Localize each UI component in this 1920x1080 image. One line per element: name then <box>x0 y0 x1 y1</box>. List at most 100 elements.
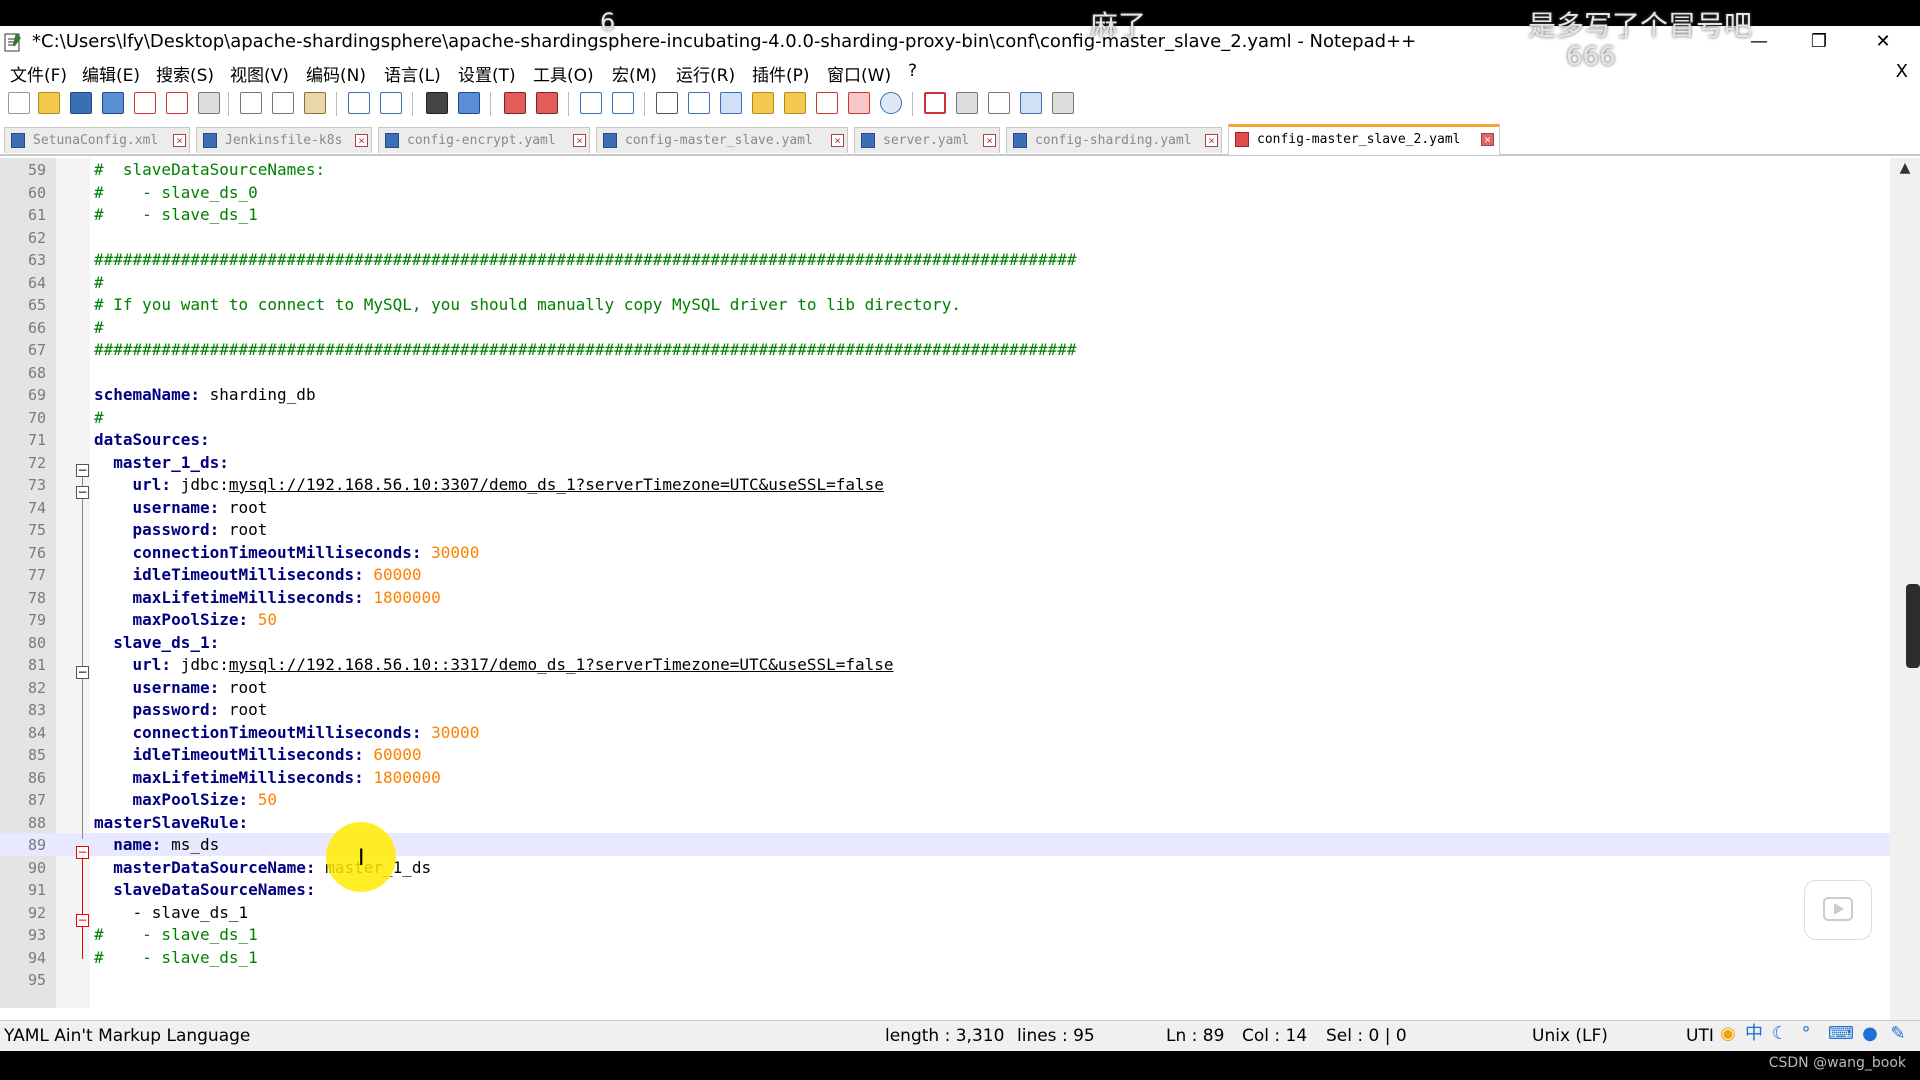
scroll-up-icon[interactable]: ▲ <box>1890 160 1920 176</box>
wrench-icon[interactable]: ✎ <box>1888 1024 1908 1044</box>
tab-close-icon[interactable]: × <box>173 134 186 147</box>
tab-close-icon[interactable]: × <box>573 134 586 147</box>
menu-edit[interactable]: 编辑(E) <box>82 61 140 86</box>
code-text[interactable]: name: ms_ds <box>94 835 219 854</box>
video-play-button[interactable] <box>1804 880 1872 940</box>
code-line[interactable]: 94 # - slave_ds_1 <box>0 946 1890 969</box>
code-text[interactable]: maxLifetimeMilliseconds: 1800000 <box>94 588 441 607</box>
run-macro-multiple-icon[interactable] <box>1020 92 1042 114</box>
fold-toggle-icon[interactable]: − <box>76 846 89 859</box>
menu-tools[interactable]: 工具(O) <box>533 61 594 86</box>
code-line[interactable]: 93 # - slave_ds_1 <box>0 923 1890 946</box>
menu-macro[interactable]: 宏(M) <box>612 61 657 86</box>
code-text[interactable]: # <box>94 408 104 427</box>
code-text[interactable]: slaveDataSourceNames: <box>94 880 315 899</box>
code-text[interactable]: - slave_ds_1 <box>94 903 249 922</box>
code-line[interactable]: 62 <box>0 226 1890 249</box>
show-all-chars-icon[interactable] <box>688 92 710 114</box>
code-line[interactable]: 92 - slave_ds_1 <box>0 901 1890 924</box>
code-line[interactable]: 73 url: jdbc:mysql://192.168.56.10:3307/… <box>0 473 1890 496</box>
code-line[interactable]: 75 password: root <box>0 518 1890 541</box>
tab-close-icon[interactable]: × <box>355 134 368 147</box>
code-text[interactable]: maxLifetimeMilliseconds: 1800000 <box>94 768 441 787</box>
menu-encoding[interactable]: 编码(N) <box>306 61 366 86</box>
code-text[interactable]: # - slave_ds_1 <box>94 925 258 944</box>
code-text[interactable]: # <box>94 273 104 292</box>
cut-icon[interactable] <box>240 92 262 114</box>
code-text[interactable]: url: jdbc:mysql://192.168.56.10::3317/de… <box>94 655 894 674</box>
find-icon[interactable] <box>426 92 448 114</box>
code-line[interactable]: 59 # slaveDataSourceNames: <box>0 158 1890 181</box>
code-line[interactable]: 74 username: root <box>0 496 1890 519</box>
tab-close-icon[interactable]: × <box>831 134 844 147</box>
sync-vertical-icon[interactable] <box>580 92 602 114</box>
menu-language[interactable]: 语言(L) <box>384 61 441 86</box>
save-icon[interactable] <box>70 92 92 114</box>
ime-chinese-icon[interactable]: 中 <box>1744 1024 1764 1044</box>
code-text[interactable]: masterSlaveRule: <box>94 813 248 832</box>
replace-icon[interactable] <box>458 92 480 114</box>
scrollbar-thumb[interactable] <box>1906 584 1920 668</box>
code-text[interactable]: connectionTimeoutMilliseconds: 30000 <box>94 723 480 742</box>
code-text[interactable]: maxPoolSize: 50 <box>94 610 278 629</box>
code-line[interactable]: 69 schemaName: sharding_db <box>0 383 1890 406</box>
fold-toggle-icon[interactable]: − <box>76 464 89 477</box>
undo-icon[interactable] <box>348 92 370 114</box>
code-text[interactable]: # - slave_ds_1 <box>94 205 258 224</box>
code-line[interactable]: 67 ######################################… <box>0 338 1890 361</box>
code-text[interactable]: maxPoolSize: 50 <box>94 790 278 809</box>
code-line[interactable]: 70 # <box>0 406 1890 429</box>
zoom-in-icon[interactable] <box>504 92 526 114</box>
folder-workspace-icon[interactable] <box>816 92 838 114</box>
menu-settings[interactable]: 设置(T) <box>458 61 516 86</box>
code-line[interactable]: 71 dataSources: <box>0 428 1890 451</box>
print-icon[interactable] <box>198 92 220 114</box>
code-text[interactable]: # If you want to connect to MySQL, you s… <box>94 295 961 314</box>
code-line[interactable]: 95 <box>0 968 1890 991</box>
fold-toggle-icon[interactable]: − <box>76 914 89 927</box>
fold-toggle-icon[interactable]: − <box>76 666 89 679</box>
code-line[interactable]: 66 # <box>0 316 1890 339</box>
indent-guide-icon[interactable] <box>720 92 742 114</box>
function-list-icon[interactable] <box>784 92 806 114</box>
code-text[interactable]: # slaveDataSourceNames: <box>94 160 325 179</box>
tab-jenkinsfile[interactable]: Jenkinsfile-k8s × <box>196 127 372 153</box>
record-macro-icon[interactable] <box>924 92 946 114</box>
code-line[interactable]: 85 idleTimeoutMilliseconds: 60000 <box>0 743 1890 766</box>
play-macro-icon[interactable] <box>988 92 1010 114</box>
code-line[interactable]: 87 maxPoolSize: 50 <box>0 788 1890 811</box>
code-line[interactable]: 89 name: ms_ds <box>0 833 1890 856</box>
code-line[interactable]: 63 ######################################… <box>0 248 1890 271</box>
code-text[interactable]: password: root <box>94 700 268 719</box>
sync-horizontal-icon[interactable] <box>612 92 634 114</box>
code-line[interactable]: 78 maxLifetimeMilliseconds: 1800000 <box>0 586 1890 609</box>
code-line[interactable]: 90 masterDataSourceName: master_1_ds <box>0 856 1890 879</box>
close-file-icon[interactable] <box>134 92 156 114</box>
tab-server[interactable]: server.yaml × <box>854 127 1000 153</box>
status-encoding[interactable]: UTI <box>1686 1026 1714 1046</box>
menu-help[interactable]: ? <box>908 61 917 81</box>
code-line[interactable]: 60 # - slave_ds_0 <box>0 181 1890 204</box>
code-text[interactable]: ########################################… <box>94 340 1077 359</box>
save-all-icon[interactable] <box>102 92 124 114</box>
keyboard-icon[interactable]: ⌨ <box>1828 1024 1854 1044</box>
code-text[interactable]: schemaName: sharding_db <box>94 385 316 404</box>
code-text[interactable]: idleTimeoutMilliseconds: 60000 <box>94 745 422 764</box>
menu-file[interactable]: 文件(F) <box>10 61 67 86</box>
tab-setunaconfig[interactable]: SetunaConfig.xml × <box>4 127 190 153</box>
close-document-button[interactable]: X <box>1896 61 1908 82</box>
open-file-icon[interactable] <box>38 92 60 114</box>
tab-config-master-slave-2[interactable]: config-master_slave_2.yaml × <box>1228 124 1500 155</box>
code-text[interactable]: username: root <box>94 498 268 517</box>
stop-macro-icon[interactable] <box>956 92 978 114</box>
tab-close-icon[interactable]: × <box>1205 134 1218 147</box>
punctuation-icon[interactable]: ° <box>1796 1024 1816 1044</box>
menu-plugins[interactable]: 插件(P) <box>752 61 810 86</box>
code-text[interactable]: dataSources: <box>94 430 210 449</box>
zoom-out-icon[interactable] <box>536 92 558 114</box>
code-line[interactable]: 64 # <box>0 271 1890 294</box>
code-line[interactable]: 61 # - slave_ds_1 <box>0 203 1890 226</box>
redo-icon[interactable] <box>380 92 402 114</box>
code-line[interactable]: 82 username: root <box>0 676 1890 699</box>
code-line[interactable]: 81 url: jdbc:mysql://192.168.56.10::3317… <box>0 653 1890 676</box>
